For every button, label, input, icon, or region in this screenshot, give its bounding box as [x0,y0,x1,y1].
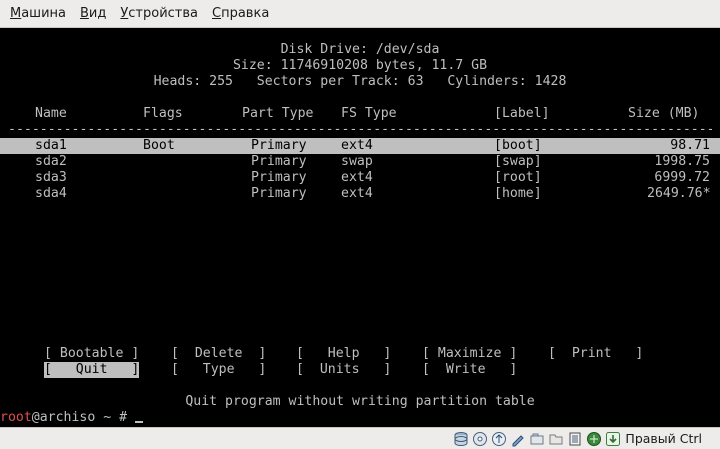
menu-devices[interactable]: Устройства [114,4,204,24]
quit-button[interactable]: [ Quit ] [44,362,140,378]
menu-bar: Машина Вид Устройства Справка [0,0,720,28]
menu-help[interactable]: Справка [206,4,275,24]
row-label: [root] [494,170,542,185]
col-size: Size (MB) [628,106,700,121]
display-icon[interactable] [567,431,583,447]
row-size: 6999.72 [654,170,710,185]
table-row[interactable]: sda3 Primary ext4 [root] 6999.72 [0,170,720,186]
col-flags: Flags [143,106,183,121]
col-fs-type: FS Type [341,106,397,121]
cd-icon[interactable] [472,431,488,447]
bootable-button[interactable]: [ Bootable ] [44,346,139,362]
menu-machine[interactable]: Машина [4,4,72,24]
row-part-type: Primary [251,170,307,185]
type-button[interactable]: [ Type ] [171,362,266,378]
row-name: sda4 [35,186,67,201]
usb-icon[interactable] [491,431,507,447]
shell-prompt[interactable]: root@archiso ~ # [0,410,143,426]
col-name: Name [35,106,67,121]
terminal-screen[interactable]: Disk Drive: /dev/sda Size: 11746910208 b… [0,28,720,427]
disk-size-line: Size: 11746910208 bytes, 11.7 GB [232,58,488,73]
help-button[interactable]: [ Help ] [296,346,391,362]
row-label: [swap] [494,154,542,169]
row-size: 2649.76* [647,186,711,201]
row-label: [boot] [494,138,542,153]
write-button[interactable]: [ Write ] [422,362,517,378]
units-button[interactable]: [ Units ] [296,362,391,378]
row-part-type: Primary [251,186,307,201]
maximize-button[interactable]: [ Maximize ] [422,346,517,362]
row-name: sda2 [35,154,67,169]
shared-folder-icon[interactable] [510,431,526,447]
row-part-type: Primary [251,154,307,169]
delete-button[interactable]: [ Delete ] [171,346,266,362]
network-adapter-icon[interactable] [529,431,545,447]
row-size: 1998.75 [654,154,710,169]
row-part-type: Primary [251,138,307,153]
row-fs-type: ext4 [341,138,373,153]
col-label: [Label] [494,106,550,121]
table-row[interactable]: sda2 Primary swap [swap] 1998.75 [0,154,720,170]
header-separator: ----------------------------------------… [8,122,712,137]
print-button[interactable]: [ Print ] [548,346,643,362]
host-key-arrow-icon[interactable] [605,431,621,447]
row-name: sda3 [35,170,67,185]
folder-icon[interactable] [548,431,564,447]
row-size: 98.71 [670,138,710,153]
status-bar: Правый Ctrl [0,427,720,449]
table-row[interactable]: sda1 Boot Primary ext4 [boot] 98.71 [0,138,720,154]
row-name: sda1 [35,138,67,153]
menu-view[interactable]: Вид [74,4,112,24]
row-label: [home] [494,186,542,201]
prompt-host: @archiso ~ # [31,410,135,425]
row-flags: Boot [143,138,175,153]
row-fs-type: ext4 [341,186,373,201]
disk-geometry-line: Heads: 255 Sectors per Track: 63 Cylinde… [153,74,567,89]
prompt-user: root [0,410,32,425]
host-key-label: Правый Ctrl [625,431,702,446]
hint-text: Quit program without writing partition t… [185,394,535,409]
table-header: Name Flags Part Type FS Type [Label] Siz… [0,106,720,122]
col-part-type: Part Type [242,106,314,121]
hdd-icon[interactable] [453,431,469,447]
menu-help-label: Справка [212,5,270,21]
disk-drive-line: Disk Drive: /dev/sda [280,42,440,57]
menu-view-label: Вид [80,5,107,21]
menu-devices-label: Устройства [120,5,199,21]
table-row[interactable]: sda4 Primary ext4 [home] 2649.76* [0,186,720,202]
menu-machine-label: Машина [10,5,66,21]
row-fs-type: ext4 [341,170,373,185]
text-cursor [134,410,143,423]
row-fs-type: swap [341,154,373,169]
vrdp-icon[interactable] [586,431,602,447]
